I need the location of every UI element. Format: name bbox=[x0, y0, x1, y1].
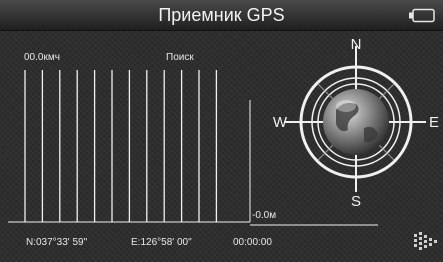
compass-west: W bbox=[273, 114, 288, 131]
latitude-readout: N:037°33' 59" bbox=[26, 237, 88, 248]
longitude-readout: E:126°58' 00" bbox=[131, 237, 192, 248]
compass-icon: N S W E bbox=[273, 36, 439, 208]
compass-east: E bbox=[429, 114, 439, 131]
gps-receiver-screen: Приемник GPS 00.0кмч Поиск -0.0м N S W E… bbox=[0, 0, 443, 262]
next-arrow-icon[interactable] bbox=[410, 226, 440, 256]
globe-icon bbox=[323, 89, 389, 155]
signal-bars bbox=[24, 70, 218, 222]
compass-south: S bbox=[351, 193, 361, 208]
time-readout: 00:00:00 bbox=[233, 237, 272, 248]
compass-north: N bbox=[351, 36, 362, 53]
altitude-readout: -0.0м bbox=[252, 210, 277, 221]
